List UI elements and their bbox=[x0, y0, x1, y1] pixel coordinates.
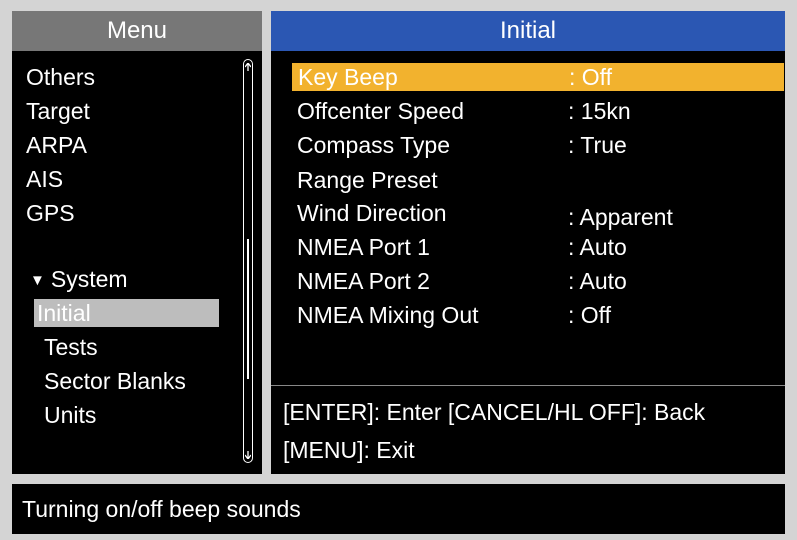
setting-value: : 15kn bbox=[568, 98, 631, 124]
menu-item-initial[interactable]: Initial bbox=[34, 299, 219, 327]
key-hint-line-2: [MENU]: Exit bbox=[283, 437, 415, 463]
setting-row-key-beep[interactable]: Key Beep : Off bbox=[292, 63, 784, 91]
menu-title: Menu bbox=[12, 11, 262, 51]
setting-label: Range Preset bbox=[297, 167, 438, 193]
setting-row-range-preset[interactable]: Range Preset bbox=[291, 166, 783, 194]
setting-row-nmea-port-1[interactable]: NMEA Port 1 : Auto bbox=[291, 233, 783, 261]
menu-item-tests[interactable]: Tests bbox=[44, 333, 98, 361]
setting-row-offcenter-speed[interactable]: Offcenter Speed : 15kn bbox=[291, 97, 783, 125]
key-hint-line-1: [ENTER]: Enter [CANCEL/HL OFF]: Back bbox=[283, 399, 706, 425]
setting-row-nmea-mixing-out[interactable]: NMEA Mixing Out : Off bbox=[291, 301, 783, 329]
menu-item-others[interactable]: Others bbox=[26, 63, 95, 91]
initial-panel: Initial Key Beep : Off Offcenter Speed :… bbox=[271, 11, 785, 474]
scroll-down-arrow-icon[interactable] bbox=[245, 451, 251, 459]
setting-value: : Off bbox=[569, 64, 613, 90]
menu-item-sector-blanks[interactable]: Sector Blanks bbox=[44, 367, 186, 395]
triangle-down-icon: ▼ bbox=[30, 272, 45, 289]
setting-row-nmea-port-2[interactable]: NMEA Port 2 : Auto bbox=[291, 267, 783, 295]
scroll-thumb[interactable] bbox=[247, 239, 249, 379]
setting-value: : True bbox=[568, 132, 627, 158]
setting-value: : Auto bbox=[568, 268, 627, 294]
panel-title: Initial bbox=[271, 11, 785, 51]
setting-value: : Auto bbox=[568, 234, 627, 260]
setting-row-compass-type[interactable]: Compass Type : True bbox=[291, 131, 783, 159]
menu-group-system[interactable]: ▼ System bbox=[30, 265, 128, 293]
menu-item-ais[interactable]: AIS bbox=[26, 165, 63, 193]
help-bar: Turning on/off beep sounds bbox=[12, 484, 785, 534]
menu-item-units[interactable]: Units bbox=[44, 401, 96, 429]
setting-label: Offcenter Speed bbox=[297, 98, 465, 124]
help-text: Turning on/off beep sounds bbox=[22, 496, 301, 522]
setting-label: NMEA Port 2 bbox=[297, 268, 430, 294]
menu-item-gps[interactable]: GPS bbox=[26, 199, 75, 227]
menu-panel: Menu Others Target ARPA AIS GPS ▼ System … bbox=[12, 11, 262, 474]
menu-item-arpa[interactable]: ARPA bbox=[26, 131, 87, 159]
setting-label: NMEA Mixing Out bbox=[297, 302, 479, 328]
scroll-up-arrow-icon[interactable] bbox=[245, 63, 251, 71]
setting-label: NMEA Port 1 bbox=[297, 234, 430, 260]
setting-value: : Apparent bbox=[568, 204, 673, 230]
setting-value: : Off bbox=[568, 302, 612, 328]
menu-item-target[interactable]: Target bbox=[26, 97, 90, 125]
footer-divider bbox=[271, 385, 785, 386]
setting-label: Key Beep bbox=[298, 64, 398, 90]
setting-row-wind-direction[interactable]: Wind Direction : Apparent bbox=[291, 199, 783, 230]
setting-label: Wind Direction bbox=[297, 200, 447, 226]
menu-group-system-label: System bbox=[50, 266, 128, 292]
setting-label: Compass Type bbox=[297, 132, 450, 158]
